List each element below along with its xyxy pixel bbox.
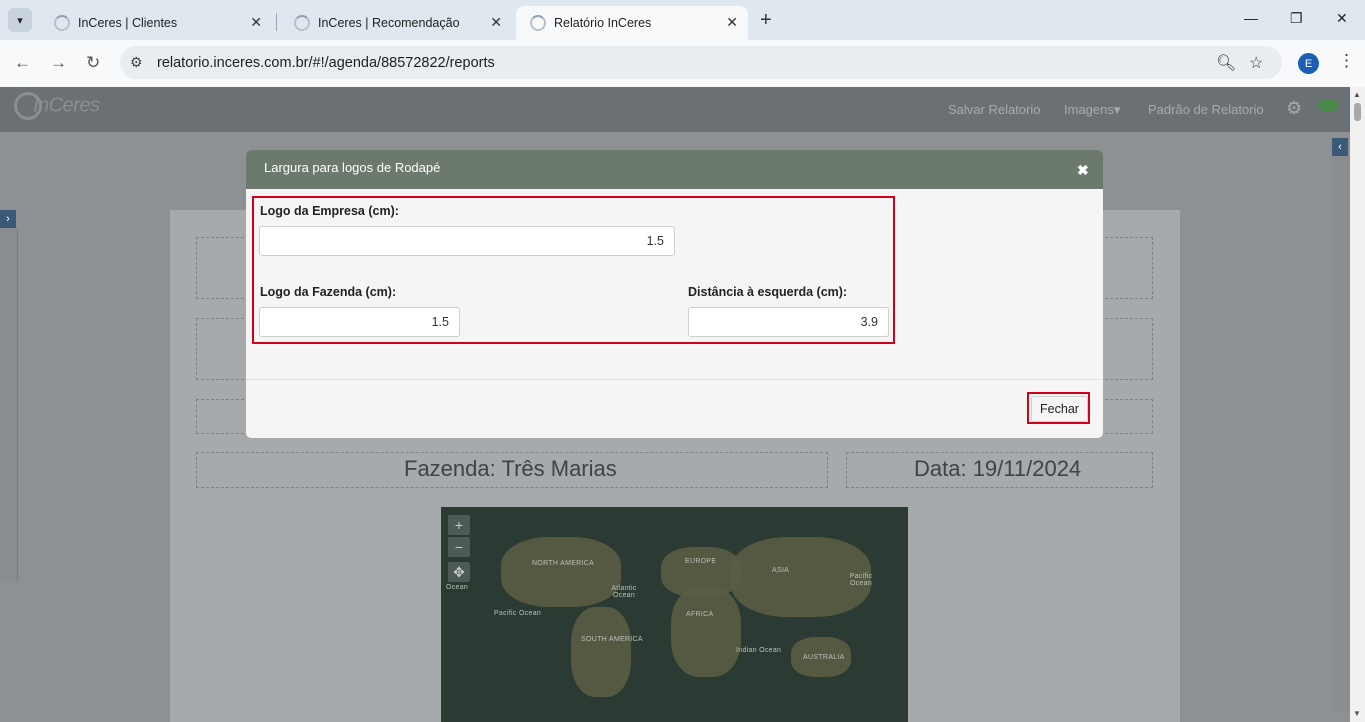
map-landmass — [571, 607, 631, 697]
browser-menu-icon[interactable]: ⋮ — [1338, 51, 1355, 71]
chevron-right-icon[interactable]: › — [0, 210, 16, 228]
scroll-down-icon[interactable]: ▼ — [1353, 709, 1361, 718]
map-label: AUSTRALIA — [803, 654, 845, 661]
close-icon[interactable]: ✕ — [490, 14, 502, 31]
browser-toolbar: ← → ↻ ⚙ relatorio.inceres.com.br/#!/agen… — [0, 40, 1365, 87]
forward-icon[interactable]: → — [50, 53, 67, 73]
back-icon[interactable]: ← — [14, 53, 31, 73]
zoom-out-icon[interactable]: − — [448, 537, 470, 557]
app-navbar: InCeres Salvar Relatorio Imagens▾ Padrão… — [0, 87, 1365, 132]
close-icon[interactable]: ✖ — [1077, 162, 1089, 179]
url-text[interactable]: relatorio.inceres.com.br/#!/agenda/88572… — [157, 55, 495, 71]
modal-title: Largura para logos de Rodapé — [264, 160, 441, 175]
images-dropdown[interactable]: Imagens▾ — [1064, 102, 1120, 118]
tab-title: Relatório InCeres — [554, 16, 652, 30]
modal-footer-divider — [246, 379, 1103, 380]
footer-logo-width-modal: Largura para logos de Rodapé ✖ Logo da E… — [246, 150, 1103, 438]
tab-search-button[interactable]: ▾ — [8, 8, 32, 32]
tab-loading-icon — [530, 15, 546, 31]
minimize-icon[interactable]: — — [1244, 10, 1258, 26]
tab-title: InCeres | Recomendação — [318, 16, 460, 30]
map-label: Ocean — [446, 584, 469, 591]
map-label: Pacific Ocean — [849, 573, 873, 587]
right-side-panel — [1332, 156, 1350, 712]
save-report-link[interactable]: Salvar Relatorio — [948, 102, 1041, 117]
close-button[interactable]: Fechar — [1031, 396, 1088, 422]
page-scrollbar[interactable]: ▲ ▼ — [1350, 87, 1365, 722]
map-label: Atlantic Ocean — [611, 585, 637, 599]
close-window-icon[interactable]: ✕ — [1336, 10, 1348, 27]
bookmark-star-icon[interactable]: ☆ — [1249, 53, 1263, 73]
map-label: Pacific Ocean — [494, 610, 542, 617]
tab-relatorio[interactable]: Relatório InCeres ✕ — [516, 6, 748, 40]
address-bar[interactable]: ⚙ relatorio.inceres.com.br/#!/agenda/885… — [120, 46, 1282, 79]
map-label: Indian Ocean — [736, 647, 782, 654]
empresa-label: Logo da Empresa (cm): — [260, 204, 399, 218]
close-icon[interactable]: ✕ — [726, 14, 738, 31]
map-landmass — [501, 537, 621, 607]
tab-separator — [276, 13, 277, 31]
tab-title: InCeres | Clientes — [78, 16, 178, 30]
map-label: AFRICA — [686, 611, 714, 618]
gear-icon[interactable]: ⚙ — [1286, 98, 1302, 119]
report-pattern-link[interactable]: Padrão de Relatorio — [1148, 102, 1264, 117]
close-icon[interactable]: ✕ — [250, 14, 262, 31]
map-label: ASIA — [772, 567, 790, 574]
scroll-up-icon[interactable]: ▲ — [1353, 90, 1361, 99]
caret-icon: ▾ — [1113, 102, 1121, 117]
tab-loading-icon — [294, 15, 310, 31]
profile-avatar[interactable]: E — [1298, 53, 1319, 74]
scroll-thumb[interactable] — [1354, 103, 1361, 121]
left-side-panel — [0, 228, 18, 582]
tab-clientes[interactable]: InCeres | Clientes ✕ — [40, 6, 272, 40]
reload-icon[interactable]: ↻ — [86, 53, 100, 73]
zoom-in-icon[interactable]: + — [448, 515, 470, 535]
inceres-logo: InCeres — [14, 92, 100, 120]
status-indicator — [1318, 99, 1338, 111]
zoom-icon[interactable]: 🔍︎ — [1216, 53, 1236, 73]
tab-recomendacao[interactable]: InCeres | Recomendação ✕ — [280, 6, 512, 40]
map-label: SOUTH AMERICA — [581, 636, 643, 643]
fazenda-logo-width-input[interactable] — [259, 307, 460, 337]
map-label: NORTH AMERICA — [532, 560, 595, 567]
empresa-logo-width-input[interactable] — [259, 226, 675, 256]
restore-icon[interactable]: ❐ — [1290, 10, 1303, 27]
fazenda-label: Logo da Fazenda (cm): — [260, 285, 397, 299]
tab-loading-icon — [54, 15, 70, 31]
farm-name: Fazenda: Três Marias — [404, 456, 617, 481]
left-distance-input[interactable] — [688, 307, 889, 337]
chevron-left-icon[interactable]: ‹ — [1332, 138, 1348, 156]
report-date: Data: 19/11/2024 — [914, 456, 1082, 481]
map-landmass — [671, 587, 741, 677]
site-info-icon[interactable]: ⚙ — [130, 54, 143, 71]
world-map[interactable]: NORTH AMERICA EUROPE ASIA AFRICA SOUTH A… — [441, 507, 908, 722]
browser-tab-bar: ▾ InCeres | Clientes ✕ InCeres | Recomen… — [0, 0, 1365, 40]
modal-header: Largura para logos de Rodapé ✖ — [246, 150, 1103, 189]
distancia-label: Distância à esquerda (cm): — [688, 285, 848, 299]
new-tab-button[interactable]: + — [760, 9, 772, 32]
pan-icon[interactable]: ✥ — [448, 562, 470, 582]
map-label: EUROPE — [685, 558, 717, 565]
